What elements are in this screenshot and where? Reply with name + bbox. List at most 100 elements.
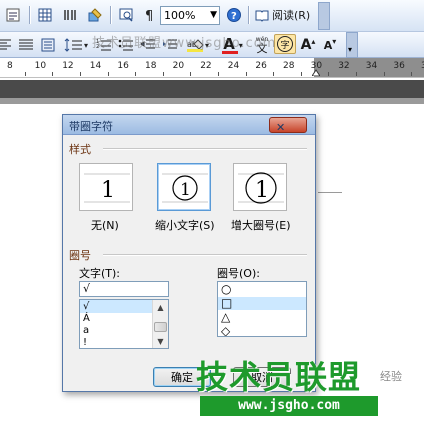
text-field-label: 文字(T): [79,267,121,280]
scroll-down-icon[interactable]: ▼ [154,335,167,348]
enclose-char-icon: 字 [277,36,293,52]
enclosure-section-label: 圈号 [69,249,91,262]
style-caption-enlarge-symbol: 增大圈号(E) [231,219,291,232]
chevron-down-icon: ▾ [348,45,353,54]
svg-text:¶: ¶ [145,9,153,23]
ruler-number: 16 [117,61,129,71]
ruler-number: 36 [393,61,405,71]
ruler-tick [328,72,330,76]
dialog-title: 带圈字符 [69,120,113,133]
page-gap [0,80,424,98]
style-section-label: 样式 [69,143,91,156]
watermark-side-text: 经验 [380,370,402,383]
ruler-number: 28 [283,61,295,71]
divider [103,148,307,149]
text-listbox[interactable]: √ Á a ! ▲ ▼ [79,299,169,349]
style-caption-none: 无(N) [91,219,119,232]
style-option-none[interactable]: 1 [79,163,133,211]
ruler-number: 18 [145,61,157,71]
ruler-tick [24,72,26,76]
indent-marker-icon[interactable] [311,66,321,77]
style-option-enlarge-symbol[interactable]: 1 [233,163,287,211]
style-option-shrink-text[interactable]: 1 [157,163,211,211]
standard-toolbar: ¶ 100% ▼ ? 阅读(R) [0,0,424,32]
ruler-tick [356,72,357,76]
shrink-font-label: A [323,38,333,52]
ruler-number: 10 [34,61,47,71]
ruler-tick [135,72,137,76]
ruler-number: 24 [227,61,240,71]
ruler-number: 20 [172,61,185,71]
ruler-tick [162,72,164,76]
svg-text:?: ? [231,11,237,22]
ruler-tick [245,72,247,76]
grow-font-button[interactable]: A ▴ [298,35,318,55]
font-color-swatch [222,51,238,54]
ruler-number: 22 [200,61,212,71]
scroll-up-icon[interactable]: ▲ [154,301,167,314]
ruler-number: 12 [62,61,74,71]
ruler-number: 34 [365,61,378,71]
book-icon [255,10,269,22]
ruler-tick [411,72,413,76]
ruler-number: 14 [89,61,102,71]
svg-text:1: 1 [255,178,269,203]
list-item[interactable]: ○ [218,283,306,296]
help-icon[interactable]: ? [224,5,244,25]
scroll-thumb[interactable] [154,322,167,332]
watermark-logo-text: 技术员联盟 [196,358,362,396]
toolbar-options-button[interactable]: ▾ [346,32,358,58]
list-item[interactable]: □ [218,297,306,310]
ruler-tick [80,72,81,76]
spelling-icon[interactable] [2,5,24,25]
list-item[interactable]: ! [80,336,154,348]
svg-text:1: 1 [180,180,191,200]
grow-font-label: A [300,37,312,53]
ruler-tick [300,72,302,76]
ok-label: 确定 [171,371,193,384]
justify-icon[interactable] [16,35,36,55]
document-map-icon[interactable] [115,5,137,25]
read-label: 阅读(R) [272,9,311,22]
drawing-icon[interactable] [84,5,106,25]
zoom-select[interactable]: 100% ▼ [160,6,220,25]
ruler-tick [107,72,109,76]
columns-icon[interactable] [59,5,81,25]
divider [103,254,307,255]
svg-text:1: 1 [101,178,115,203]
dialog-titlebar[interactable]: 带圈字符 ✕ [63,115,315,135]
ruler-number: 26 [255,61,267,71]
show-formatting-icon[interactable]: ¶ [140,5,160,25]
enclosure-field-label: 圈号(O): [217,267,260,280]
close-button[interactable]: ✕ [269,117,307,134]
zoom-value: 100% [164,9,196,22]
ruler-number: 32 [338,61,350,71]
document-text-cursor-line [318,192,342,193]
style-caption-shrink-text: 缩小文字(S) [155,219,215,232]
horizontal-ruler[interactable]: 810121416182022242628303234363840424446 [0,58,424,78]
distributed-icon[interactable] [38,35,58,55]
ruler-number: 8 [7,61,13,71]
read-button[interactable]: 阅读(R) [252,5,314,25]
enclosure-listbox[interactable]: ○ □ △ ◇ [217,281,307,337]
align-left-icon[interactable] [0,35,14,55]
list-item[interactable]: △ [218,311,306,324]
shrink-font-button[interactable]: A ▾ [320,35,340,55]
ruler-tick [52,72,54,76]
ruler-tick [383,72,385,76]
enclose-characters-dialog: 带圈字符 ✕ 样式 1 1 1 无(N) 缩小文字(S) 增大圈号(E) 圈号 … [62,114,316,392]
chevron-down-icon: ▼ [210,10,217,20]
text-input[interactable]: √ [79,281,169,297]
ruler-tick [273,72,275,76]
text-list-scrollbar[interactable]: ▲ ▼ [152,300,168,348]
ruler-tick [218,72,219,76]
watermark-top: 技术员联盟www.jsgho.com [92,36,277,51]
table-icon[interactable] [34,5,56,25]
list-item[interactable]: ◇ [218,325,306,337]
enclose-characters-button[interactable]: 字 [274,34,296,54]
close-icon: ✕ [276,121,286,134]
svg-text:▾: ▾ [84,41,88,50]
line-spacing-button[interactable]: ▾ [62,35,92,55]
ruler-tick [190,72,192,76]
toolbar-options-button[interactable] [318,2,330,30]
